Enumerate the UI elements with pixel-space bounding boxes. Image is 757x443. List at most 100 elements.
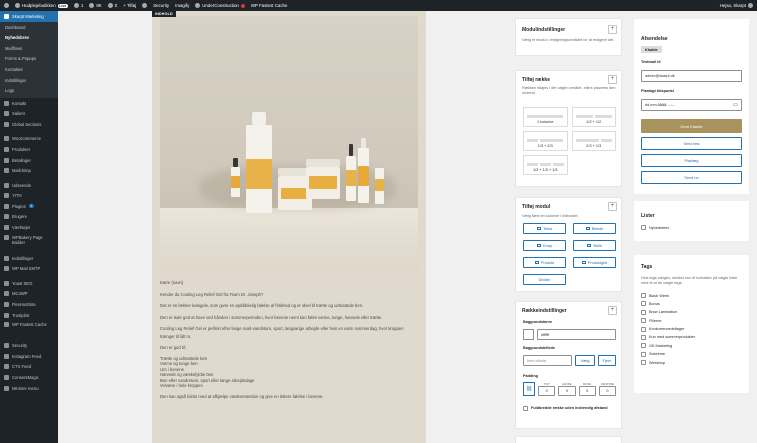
- bg-image-remove-button[interactable]: Fjern: [598, 355, 616, 366]
- schedule-button[interactable]: Planlæg: [641, 154, 742, 167]
- sidebar-item-mailchimp[interactable]: Mailchimp: [0, 165, 58, 176]
- sidebar-item-plugins[interactable]: Plugins 1: [0, 201, 58, 212]
- test-email-input[interactable]: admin@skarpt.dk: [641, 70, 742, 82]
- security-link[interactable]: Security: [153, 3, 169, 8]
- sidebar-item-kontakt[interactable]: Kontakt: [0, 98, 58, 109]
- padding-top-input[interactable]: 0: [538, 386, 556, 396]
- yoast-icon[interactable]: [142, 3, 148, 8]
- sidebar-item-flexhostsite[interactable]: FlexHostSite: [0, 299, 58, 310]
- comments-link[interactable]: 0: [107, 3, 117, 8]
- sidebar-item-mc4wp[interactable]: MC4WP: [0, 289, 58, 300]
- sidebar-item-instagram-feed[interactable]: Instagram Feed: [0, 351, 58, 362]
- email-body-text[interactable]: Kære {navn} Kender du Cooling Leg Relief…: [160, 279, 410, 401]
- sidebar-item-woocommerce[interactable]: WooCommerce: [0, 134, 58, 145]
- add-row-toggle[interactable]: +: [608, 75, 617, 84]
- tag-checkbox[interactable]: Konkurrencedeltager: [641, 326, 695, 332]
- submenu-logs[interactable]: Logs: [0, 86, 58, 97]
- sidebar-item-ctx-feed[interactable]: CTX Feed: [0, 362, 58, 373]
- module-divider-button[interactable]: Divider: [523, 274, 566, 285]
- row-option-1-col[interactable]: 1 kolonne: [523, 107, 568, 127]
- module-settings-toggle[interactable]: +: [608, 25, 617, 34]
- sidebar-item-skarpt-marketing[interactable]: Skarpt Marketing: [0, 11, 58, 22]
- tag-checkbox[interactable]: Webshop: [641, 360, 695, 366]
- row-settings-toggle[interactable]: +: [608, 306, 617, 315]
- imagify-link[interactable]: Imagify: [175, 3, 189, 8]
- module-separator-button[interactable]: Skille: [573, 240, 616, 251]
- padding-bottom-input[interactable]: 0: [578, 386, 596, 396]
- module-text-button[interactable]: Tekst: [523, 223, 566, 234]
- sidebar-item-trustpilot[interactable]: Trustpilot: [0, 310, 58, 321]
- submenu-forms[interactable]: Forms & Popups: [0, 54, 58, 65]
- schedule-input[interactable]: dd.mm.åååå, --:-- ▭: [641, 99, 742, 111]
- sidebar-item-yith[interactable]: YITH: [0, 191, 58, 202]
- tag-checkbox[interactable]: Bonus: [641, 301, 695, 307]
- submenu-nyhedsbrev[interactable]: Nyhedsbrev: [0, 33, 58, 44]
- sidebar-item-yoast[interactable]: Yoast SEO: [0, 278, 58, 289]
- padding-right-input[interactable]: 0: [558, 386, 576, 396]
- tag-checkbox[interactable]: OK Marketing: [641, 343, 695, 349]
- hero-product-image[interactable]: [160, 16, 418, 273]
- account-link[interactable]: Hejsa, Skarpt: [720, 3, 753, 8]
- sidebar-item-settings[interactable]: Indstillinger: [0, 253, 58, 264]
- plugins-badge: 1: [28, 204, 34, 209]
- sidebar-item-security[interactable]: Security: [0, 340, 58, 351]
- lists-title: Lister: [641, 213, 655, 219]
- sidebar-item-vaerktoejer[interactable]: Værktøjer: [0, 222, 58, 233]
- padding-link-icon[interactable]: ⛓: [523, 382, 535, 396]
- row-option-half-half[interactable]: 1/2 + 1/2: [571, 107, 616, 127]
- calendar-icon: ▭: [733, 102, 738, 108]
- bg-image-input[interactable]: Intet billede: [523, 355, 572, 366]
- avatar: [748, 3, 753, 8]
- sidebar-item-udseende[interactable]: Udseende: [0, 180, 58, 191]
- email-canvas[interactable]: Kære {navn} Kender du Cooling Leg Relief…: [152, 11, 426, 443]
- construction-link[interactable]: UnderConstruction: [195, 3, 245, 8]
- send-now-button[interactable]: Send nu: [641, 171, 742, 184]
- wpbakery-icon: [4, 234, 9, 240]
- tag-checkbox[interactable]: Solcreme: [641, 351, 695, 357]
- sidebar-item-global-sections[interactable]: Global Sections: [0, 119, 58, 130]
- sidebar-item-betalinger[interactable]: Betalinger: [0, 155, 58, 166]
- sidebar-item-wp-fastest-cache[interactable]: WP Fastest Cache: [0, 320, 58, 336]
- site-name-link[interactable]: Hudplejebutikken Live: [15, 3, 68, 8]
- sidebar-item-brugere[interactable]: Brugere: [0, 212, 58, 223]
- module-button-button[interactable]: Knap: [523, 240, 566, 251]
- module-product-button[interactable]: Produkt: [523, 257, 566, 268]
- tag-checkbox[interactable]: Black Week: [641, 293, 695, 298]
- bg-color-input[interactable]: #ffffff: [537, 329, 616, 340]
- bg-color-swatch[interactable]: [523, 329, 534, 340]
- submenu-mailflows[interactable]: Mailflows: [0, 44, 58, 55]
- sidebar-item-salient[interactable]: Salient: [0, 108, 58, 119]
- text-icon: [537, 227, 542, 230]
- tag-checkbox[interactable]: Fillerne: [641, 318, 695, 324]
- sidebar-collapse[interactable]: Minimer menu: [0, 383, 58, 394]
- module-settings-panel: Modulindstillinger Vælg et modul i redig…: [515, 18, 622, 56]
- module-product-grid-button[interactable]: Produktgrid: [573, 257, 616, 268]
- full-width-checkbox[interactable]: Fuldbredde række uden indvendig afstand: [523, 406, 616, 411]
- tag-checkbox[interactable]: Brow Lamination: [641, 309, 695, 315]
- updates-link[interactable]: 1: [73, 3, 83, 8]
- list-checkbox-nyhedsbrev[interactable]: Nyhedsbrev: [641, 225, 669, 230]
- sidebar-item-wp-mail-smtp[interactable]: WP Mail SMTP: [0, 263, 58, 274]
- module-image-button[interactable]: Billede: [573, 223, 616, 234]
- row-option-twothird-third[interactable]: 2/3 + 1/3: [571, 131, 616, 151]
- padding-left-input[interactable]: 0: [598, 386, 616, 396]
- bg-image-choose-button[interactable]: Vælg: [575, 355, 595, 366]
- sidebar-item-wpbakery[interactable]: WPBakery Page Builder: [0, 233, 58, 249]
- send-test-button[interactable]: Send test: [641, 137, 742, 150]
- submenu-kontakter[interactable]: Kontakter: [0, 65, 58, 76]
- tag-checkbox[interactable]: Kun med sommerprodukter: [641, 334, 695, 340]
- new-content-link[interactable]: + Tilføj: [123, 3, 136, 8]
- grid-icon: [4, 111, 9, 117]
- cache-link[interactable]: WP Fastest Cache: [251, 3, 288, 8]
- add-module-toggle[interactable]: +: [608, 202, 617, 211]
- row-option-third-twothird[interactable]: 1/3 + 2/3: [523, 131, 568, 151]
- performance-link[interactable]: 8K: [89, 3, 102, 8]
- save-draft-button[interactable]: Gem Kladde: [641, 119, 742, 133]
- row-option-thirds[interactable]: 1/3 + 1/3 + 1/3: [523, 155, 568, 175]
- submenu-indstillinger[interactable]: Indstillinger: [0, 76, 58, 87]
- wp-logo-icon[interactable]: [4, 3, 9, 8]
- sidebar-item-consentmagic[interactable]: ConsentMagic: [0, 372, 58, 383]
- construction-icon: [195, 3, 201, 8]
- sidebar-item-produkter[interactable]: Produkter: [0, 144, 58, 155]
- submenu-dashboard[interactable]: Dashboard: [0, 23, 58, 34]
